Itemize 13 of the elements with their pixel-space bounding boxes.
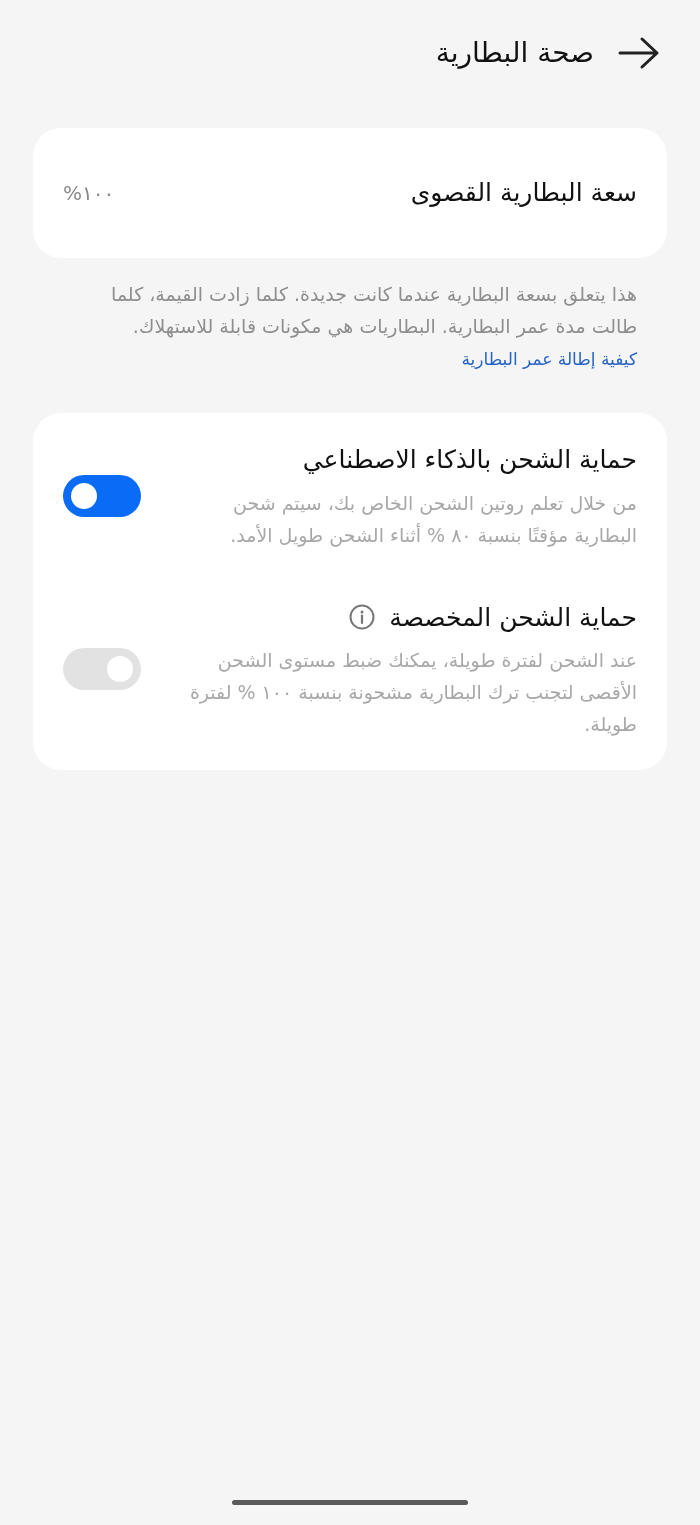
page-title: صحة البطارية [435,34,594,71]
setting-title: حماية الشحن المخصصة [389,601,637,634]
setting-title: حماية الشحن بالذكاء الاصطناعي [302,444,637,476]
capacity-note: هذا يتعلق بسعة البطارية عندما كانت جديدة. كلما زادت القيمة، كلما طالت مدة عمر البطارية. البطاريات هي مكونات قابلة للاستهلاك. [110,282,637,340]
capacity-value: ١٠٠% [63,180,115,207]
toggle-switch[interactable] [63,474,141,517]
battery-life-link[interactable]: كيفية إطالة عمر البطارية [461,349,637,369]
capacity-label: سعة البطارية القصوى [410,177,637,210]
setting-description: من خلال تعلم روتين الشحن الخاص بك، سيتم شحن البطارية مؤقتًا بنسبة ٨٠ % أثناء الشحن طويل الأمد. [229,490,637,549]
toggle-switch[interactable] [63,648,141,691]
back-button[interactable] [618,35,660,70]
info-icon[interactable] [349,604,376,631]
setting-description: عند الشحن لفترة طويلة، يمكنك ضبط مستوى الشحن الأقصى لتجنب ترك البطارية مشحونة بنسبة ١٠٠ % لفترة طويلة. [188,648,637,738]
